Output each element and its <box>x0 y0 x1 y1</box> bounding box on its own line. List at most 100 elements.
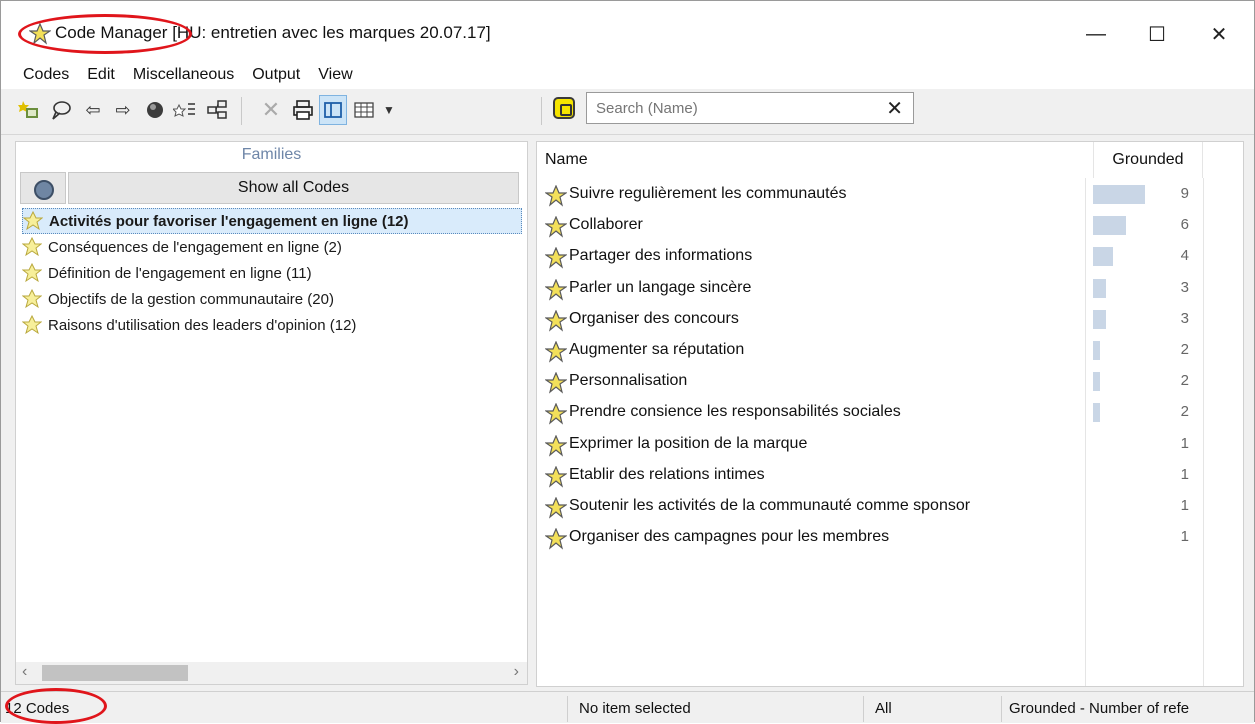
code-name: Partager des informations <box>569 247 753 265</box>
title-annotation-ellipse <box>18 14 192 54</box>
code-icon <box>545 278 567 301</box>
family-item[interactable]: Objectifs de la gestion communautaire (2… <box>22 286 522 312</box>
family-icon <box>22 237 42 257</box>
toolbar-separator <box>541 97 542 125</box>
status-filter: All <box>875 699 892 717</box>
grounded-count: 2 <box>1180 372 1189 390</box>
codes-list-panel: Name Grounded Suivre regulièrement les c… <box>536 141 1244 687</box>
code-row[interactable]: Etablir des relations intimes 1 <box>537 461 1203 492</box>
status-annotation-ellipse <box>5 688 107 724</box>
family-icon <box>22 289 42 309</box>
family-label: Activités pour favoriser l'engagement en… <box>49 212 409 230</box>
grounded-count: 2 <box>1180 341 1189 358</box>
split-view-icon[interactable] <box>319 95 347 125</box>
code-row[interactable]: Personnalisation 2 <box>537 367 1203 398</box>
comment-icon[interactable] <box>47 95 75 125</box>
grounded-count: 3 <box>1180 278 1189 296</box>
grounded-count: 4 <box>1180 247 1189 265</box>
delete-icon[interactable]: ✕ <box>257 95 285 125</box>
code-row[interactable]: Collaborer 6 <box>537 211 1203 242</box>
menu-view[interactable]: View <box>318 66 352 84</box>
code-filter-icon[interactable] <box>553 97 575 119</box>
back-arrow-icon[interactable]: ⇦ <box>79 95 107 125</box>
families-filter-icon[interactable] <box>20 172 66 204</box>
code-row[interactable]: Suivre regulièrement les communautés 9 <box>537 180 1203 211</box>
code-row[interactable]: Partager des informations 4 <box>537 242 1203 273</box>
network-icon[interactable] <box>203 95 231 125</box>
status-separator <box>567 696 568 722</box>
grounded-count: 1 <box>1180 434 1189 452</box>
show-all-codes-button[interactable]: Show all Codes <box>68 172 519 204</box>
families-title: Families <box>241 146 302 163</box>
family-label: Raisons d'utilisation des leaders d'opin… <box>48 316 357 334</box>
family-icon <box>23 211 43 231</box>
code-icon <box>545 247 567 270</box>
code-name: Suivre regulièrement les communautés <box>569 185 847 202</box>
close-button[interactable]: ✕ <box>1197 17 1241 51</box>
code-row[interactable]: Organiser des concours 3 <box>537 305 1203 336</box>
panel-splitter[interactable] <box>528 135 536 687</box>
grounded-bar <box>1093 185 1145 204</box>
families-panel: Families Show all Codes Activités pour f… <box>15 141 528 685</box>
menu-bar: Codes Edit Miscellaneous Output View <box>1 61 1254 89</box>
print-icon[interactable] <box>289 95 317 125</box>
code-row[interactable]: Augmenter sa réputation 2 <box>537 336 1203 367</box>
grounded-bar <box>1093 278 1106 298</box>
status-separator <box>1001 696 1002 722</box>
menu-edit[interactable]: Edit <box>87 66 115 84</box>
code-name: Organiser des campagnes pour les membres <box>569 528 890 546</box>
scroll-left-icon[interactable]: ‹ <box>22 663 27 681</box>
family-label: Objectifs de la gestion communautaire (2… <box>48 290 334 308</box>
menu-output[interactable]: Output <box>252 66 300 84</box>
code-icon <box>545 528 567 550</box>
clear-search-icon[interactable]: ✕ <box>886 96 903 121</box>
horizontal-scrollbar[interactable]: ‹ › <box>16 662 527 684</box>
code-row[interactable]: Organiser des campagnes pour les membres… <box>537 523 1203 554</box>
code-name: Parler un langage sincère <box>569 278 752 296</box>
grounded-count: 1 <box>1180 528 1189 546</box>
family-icon <box>22 315 42 335</box>
status-selection: No item selected <box>579 699 691 717</box>
code-row[interactable]: Exprimer la position de la marque 1 <box>537 430 1203 461</box>
code-tree-icon[interactable] <box>171 95 199 125</box>
code-manager-window: Code Manager [HU: entretien avec les mar… <box>0 0 1255 724</box>
grounded-count: 3 <box>1180 309 1189 327</box>
family-label: Conséquences de l'engagement en ligne (2… <box>48 238 342 256</box>
maximize-button[interactable]: ☐ <box>1135 17 1179 51</box>
scroll-thumb[interactable] <box>42 665 188 681</box>
document-title: [HU: entretien avec les marques 20.07.17… <box>172 23 491 42</box>
view-dropdown-chevron-icon[interactable]: ▼ <box>375 95 403 125</box>
grounded-count: 1 <box>1180 465 1189 483</box>
code-row[interactable]: Parler un langage sincère 3 <box>537 274 1203 305</box>
code-name: Exprimer la position de la marque <box>569 434 808 452</box>
grounded-count: 6 <box>1180 216 1189 234</box>
search-box[interactable]: ✕ <box>586 92 914 124</box>
new-code-icon[interactable] <box>15 95 43 125</box>
family-item[interactable]: Définition de l'engagement en ligne (11) <box>22 260 522 286</box>
column-header-name[interactable]: Name <box>545 142 1085 178</box>
code-icon <box>545 403 567 426</box>
scroll-right-icon[interactable]: › <box>514 663 519 681</box>
family-item[interactable]: Activités pour favoriser l'engagement en… <box>22 208 522 234</box>
grounded-bar <box>1093 216 1126 236</box>
code-icon <box>545 309 567 332</box>
family-item[interactable]: Conséquences de l'engagement en ligne (2… <box>22 234 522 260</box>
status-separator <box>863 696 864 722</box>
minimize-button[interactable]: — <box>1074 17 1118 51</box>
title-bar: Code Manager [HU: entretien avec les mar… <box>1 1 1254 61</box>
menu-codes[interactable]: Codes <box>23 66 69 84</box>
column-header-grounded[interactable]: Grounded <box>1093 142 1203 178</box>
menu-miscellaneous[interactable]: Miscellaneous <box>133 66 234 84</box>
column-divider <box>1203 178 1204 686</box>
family-item[interactable]: Raisons d'utilisation des leaders d'opin… <box>22 312 522 338</box>
globe-icon[interactable] <box>141 95 169 125</box>
code-icon <box>545 372 567 394</box>
code-row[interactable]: Prendre consience les responsabilités so… <box>537 398 1203 429</box>
grounded-bar <box>1093 341 1100 360</box>
code-icon <box>545 216 567 238</box>
forward-arrow-icon[interactable]: ⇨ <box>109 95 137 125</box>
search-input[interactable] <box>594 98 874 118</box>
family-icon <box>22 263 42 283</box>
code-name: Etablir des relations intimes <box>569 465 765 483</box>
code-row[interactable]: Soutenir les activités de la communauté … <box>537 492 1203 523</box>
